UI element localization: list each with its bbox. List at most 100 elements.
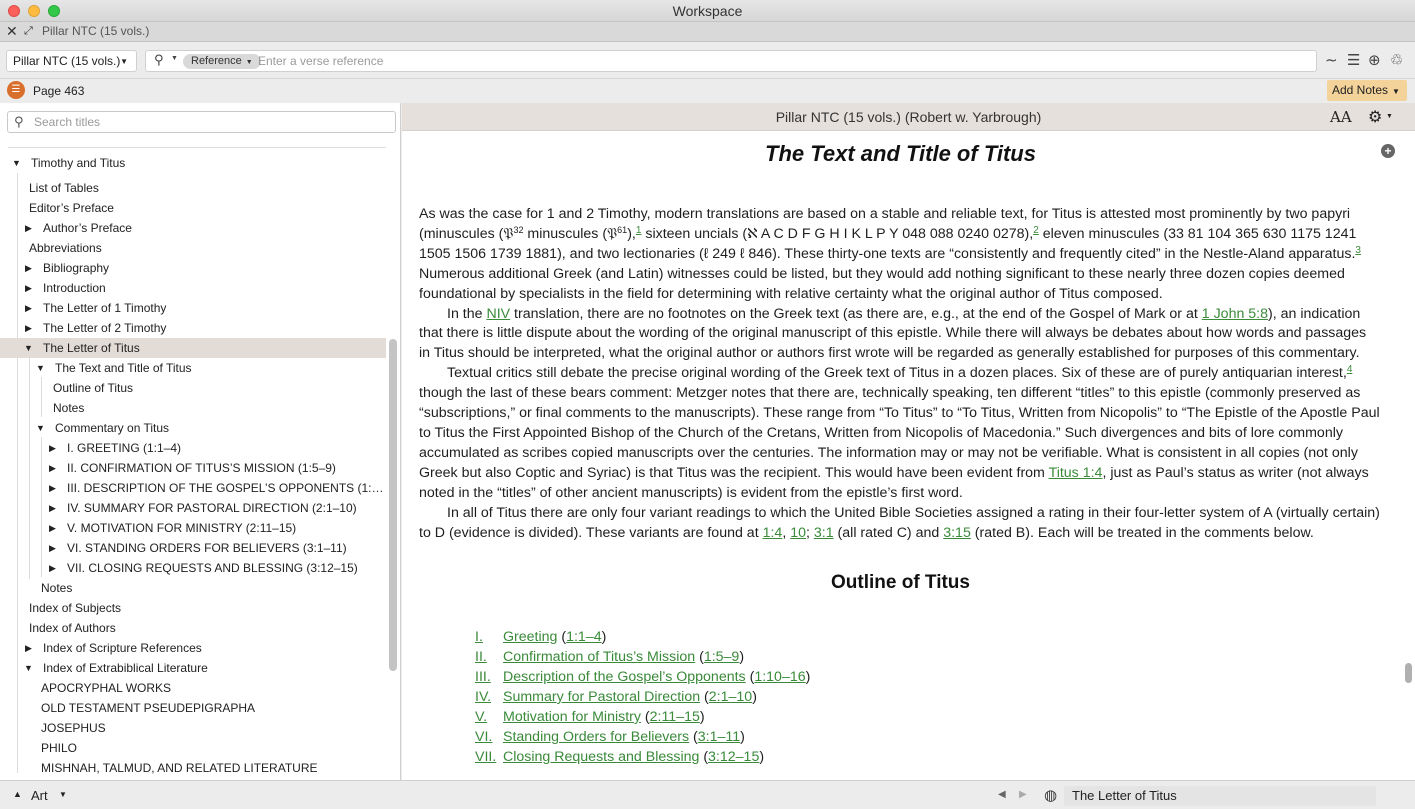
triangle-down-icon[interactable]: ▼ [24,658,33,678]
globe-icon[interactable]: ◍ [1044,786,1057,804]
outline-title-link[interactable]: Greeting [503,629,557,645]
toc-item[interactable]: ▶ Bibliography [0,258,386,278]
title-search-input[interactable] [34,115,384,129]
add-circle-icon[interactable]: ⊕ [1368,52,1381,70]
triangle-right-icon[interactable]: ▶ [25,318,32,338]
search-type-pill[interactable]: Reference ▼ [183,54,261,69]
toc-item[interactable]: ▶ Author’s Preface [0,218,386,238]
scripture-reference-link[interactable]: 3:15 [943,525,971,541]
list-icon[interactable]: ☰ [1347,52,1360,70]
scripture-reference-link[interactable]: 1:10–16 [754,669,805,685]
scripture-reference-link[interactable]: Titus 1:4 [1049,465,1103,481]
triangle-right-icon[interactable]: ▶ [49,438,56,458]
toc-item[interactable]: ▶ The Letter of 2 Timothy [0,318,386,338]
chevron-down-icon[interactable]: ▼ [59,790,67,799]
toc-item[interactable]: ▼ Timothy and Titus [0,153,386,173]
outline-title-link[interactable]: Closing Requests and Blessing [503,749,699,765]
layout-selector[interactable]: Art [31,788,48,803]
triangle-right-icon[interactable]: ▶ [49,538,56,558]
chevron-down-icon[interactable]: ▼ [171,55,178,62]
outline-title-link[interactable]: Summary for Pastoral Direction [503,689,700,705]
outline-number-link[interactable]: II. [475,647,487,667]
triangle-right-icon[interactable]: ▶ [25,638,32,658]
triangle-right-icon[interactable]: ▶ [49,498,56,518]
toc-item[interactable]: PHILO [0,738,386,758]
toc-item[interactable]: Editor’s Preface [0,198,386,218]
gear-icon[interactable]: ⚙ [1368,107,1382,127]
location-field[interactable]: The Letter of Titus [1064,786,1376,806]
resource-selector[interactable]: Pillar NTC (15 vols.) ▼ [6,50,137,72]
triangle-up-icon[interactable]: ▲ [13,789,22,799]
triangle-right-icon[interactable]: ▶ [25,258,32,278]
sidebar-scrollbar[interactable] [389,339,397,671]
toc-item[interactable]: Abbreviations [0,238,386,258]
triangle-right-icon[interactable]: ▶ [25,218,32,238]
toc-item[interactable]: ▼ Index of Extrabiblical Literature [0,658,386,678]
scripture-reference-link[interactable]: 10 [790,525,806,541]
scripture-reference-link[interactable]: 2:1–10 [709,689,752,705]
toc-item[interactable]: Index of Subjects [0,598,386,618]
toc-item[interactable]: ▶ VI. STANDING ORDERS FOR BELIEVERS (3:1–… [0,538,386,558]
zoom-window-button[interactable] [48,5,60,17]
outline-number-link[interactable]: V. [475,707,487,727]
toc-item[interactable]: OLD TESTAMENT PSEUDEPIGRAPHA [0,698,386,718]
toc-item[interactable]: Index of Authors [0,618,386,638]
outline-number-link[interactable]: IV. [475,687,491,707]
content-scrollbar[interactable] [1405,663,1412,683]
triangle-right-icon[interactable]: ▶ [25,298,32,318]
toc-item[interactable]: ▶ Introduction [0,278,386,298]
toc-item[interactable]: ▶ Index of Scripture References [0,638,386,658]
toc-item[interactable]: MISHNAH, TALMUD, AND RELATED LITERATURE [0,758,386,778]
scripture-reference-link[interactable]: 3:1–11 [698,729,740,745]
outline-title-link[interactable]: Confirmation of Titus’s Mission [503,649,695,665]
table-of-contents-button[interactable]: ☰ [7,81,25,99]
triangle-down-icon[interactable]: ▼ [12,153,21,173]
font-size-icon[interactable]: AA [1330,108,1352,126]
triangle-down-icon[interactable]: ▼ [36,358,45,378]
scripture-reference-link[interactable]: 1:4 [763,525,783,541]
scripture-reference-link[interactable]: 2:11–15 [650,709,700,725]
outline-title-link[interactable]: Standing Orders for Believers [503,729,689,745]
footnote-link[interactable]: 4 [1347,364,1353,375]
toc-item[interactable]: ▶ The Letter of 1 Timothy [0,298,386,318]
scripture-reference-link[interactable]: 3:1 [814,525,834,541]
scripture-reference-link[interactable]: 3:12–15 [708,749,759,765]
close-tab-icon[interactable]: ✕ [6,22,18,41]
toc-item[interactable]: Notes [0,398,386,418]
expand-icon[interactable]: ⤢ [24,22,33,41]
toc-item[interactable]: APOCRYPHAL WORKS [0,678,386,698]
outline-number-link[interactable]: III. [475,667,491,687]
scripture-reference-link[interactable]: 1 John 5:8 [1202,306,1268,322]
triangle-right-icon[interactable]: ▶ [25,278,32,298]
toc-item[interactable]: ▶ VII. CLOSING REQUESTS AND BLESSING (3:1… [0,558,386,578]
forward-arrow-icon[interactable]: ▶ [1019,789,1027,800]
add-notes-button[interactable]: Add Notes ▼ [1327,80,1407,101]
toc-item[interactable]: JOSEPHUS [0,718,386,738]
outline-number-link[interactable]: VI. [475,727,492,747]
triangle-right-icon[interactable]: ▶ [49,458,56,478]
toc-item[interactable]: ▼ The Text and Title of Titus [0,358,386,378]
triangle-down-icon[interactable]: ▼ [24,338,33,358]
toc-item[interactable]: ▼ Commentary on Titus [0,418,386,438]
recycle-icon[interactable]: ♲ [1390,52,1403,70]
search-icon[interactable]: ⚲ [154,52,164,68]
tab-label[interactable]: Pillar NTC (15 vols.) [42,22,149,41]
footnote-link[interactable]: 3 [1355,245,1361,256]
outline-title-link[interactable]: Motivation for Ministry [503,709,641,725]
tilde-icon[interactable]: ∼ [1325,52,1338,70]
toc-item[interactable]: Notes [0,578,386,598]
toc-item[interactable]: ▶ I. GREETING (1:1–4) [0,438,386,458]
toc-item[interactable]: Outline of Titus [0,378,386,398]
scripture-reference-link[interactable]: 1:1–4 [566,629,602,645]
toc-item[interactable]: ▶ IV. SUMMARY FOR PASTORAL DIRECTION (2:1… [0,498,386,518]
toc-item-selected[interactable]: ▼ The Letter of Titus [0,338,386,358]
outline-number-link[interactable]: I. [475,627,483,647]
triangle-right-icon[interactable]: ▶ [49,478,56,498]
chevron-down-icon[interactable]: ▼ [1386,113,1393,120]
toc-item[interactable]: ▶ III. DESCRIPTION OF THE GOSPEL’S OPPONE… [0,478,386,498]
outline-number-link[interactable]: VII. [475,747,496,767]
close-window-button[interactable] [8,5,20,17]
toc-item[interactable]: ▶ V. MOTIVATION FOR MINISTRY (2:11–15) [0,518,386,538]
triangle-down-icon[interactable]: ▼ [36,418,45,438]
minimize-window-button[interactable] [28,5,40,17]
